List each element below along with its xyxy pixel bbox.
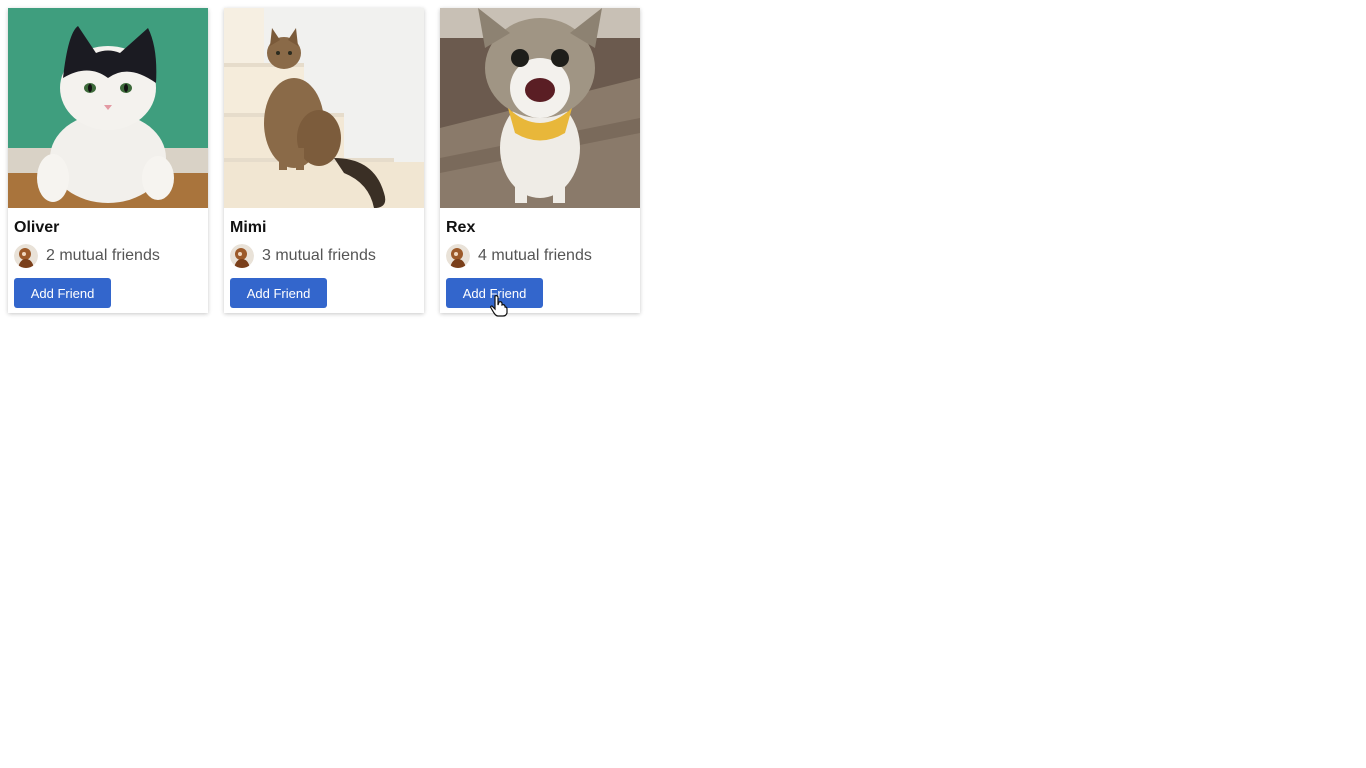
mutual-friend-avatar-icon (14, 244, 38, 268)
mutual-friends-count: 2 mutual friends (46, 247, 160, 264)
cat-photo-oliver (8, 8, 208, 208)
add-friend-button-rex[interactable]: Add Friend (446, 278, 543, 308)
mutual-friends-count: 4 mutual friends (478, 247, 592, 264)
card-info: Mimi 3 mutual friends Add Friend (224, 208, 424, 308)
friend-name: Mimi (230, 219, 267, 236)
add-friend-button-mimi[interactable]: Add Friend (230, 278, 327, 308)
friend-name: Rex (446, 219, 476, 236)
cat-photo-mimi (224, 8, 424, 208)
friend-card-rex: Rex 4 mutual friends Add Friend (440, 8, 640, 313)
friend-card-mimi: Mimi 3 mutual friends Add Friend (224, 8, 424, 313)
friend-suggestions-grid: Oliver 2 mutual friends Add Friend Mimi … (8, 8, 640, 313)
mutual-friends-row: 4 mutual friends (446, 244, 634, 268)
card-info: Rex 4 mutual friends Add Friend (440, 208, 640, 308)
mutual-friend-avatar-icon (446, 244, 470, 268)
friend-card-oliver: Oliver 2 mutual friends Add Friend (8, 8, 208, 313)
mutual-friends-count: 3 mutual friends (262, 247, 376, 264)
mutual-friends-row: 3 mutual friends (230, 244, 418, 268)
card-info: Oliver 2 mutual friends Add Friend (8, 208, 208, 308)
cat-photo-rex (440, 8, 640, 208)
friend-name: Oliver (14, 219, 60, 236)
mutual-friends-row: 2 mutual friends (14, 244, 202, 268)
mutual-friend-avatar-icon (230, 244, 254, 268)
add-friend-button-oliver[interactable]: Add Friend (14, 278, 111, 308)
